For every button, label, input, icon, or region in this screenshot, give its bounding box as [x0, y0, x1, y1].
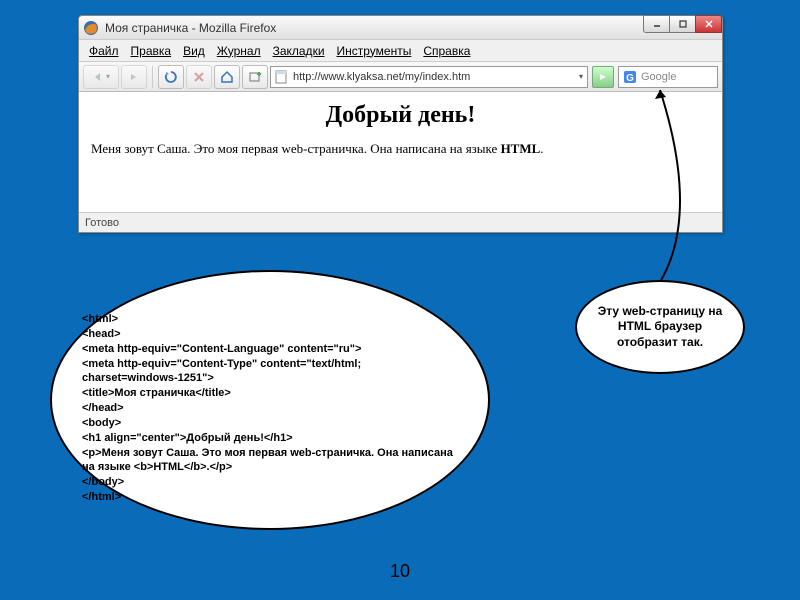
page-paragraph: Меня зовут Саша. Это моя первая web-стра… [91, 141, 710, 157]
maximize-button[interactable] [669, 15, 696, 33]
forward-button[interactable] [121, 65, 147, 89]
statusbar: Готово [79, 212, 722, 232]
titlebar: Моя страничка - Mozilla Firefox [79, 16, 722, 40]
go-button[interactable] [592, 66, 614, 88]
page-heading: Добрый день! [91, 102, 710, 129]
note-ellipse: Эту web-страницу на HTML браузер отобраз… [575, 280, 745, 374]
note-text: Эту web-страницу на HTML браузер отобраз… [591, 304, 729, 351]
google-icon: G [623, 70, 637, 84]
menu-edit[interactable]: Правка [125, 42, 178, 60]
slide-number: 10 [0, 561, 800, 582]
minimize-button[interactable] [643, 15, 670, 33]
address-bar[interactable]: http://www.klyaksa.net/my/index.htm ▾ [270, 66, 588, 88]
home-button[interactable] [214, 65, 240, 89]
url-text: http://www.klyaksa.net/my/index.htm [293, 71, 470, 83]
window-controls [644, 15, 722, 33]
newtab-button[interactable] [242, 65, 268, 89]
page-icon [275, 70, 289, 84]
url-dropdown-icon[interactable]: ▾ [579, 72, 583, 81]
menu-history[interactable]: Журнал [211, 42, 267, 60]
menu-tools[interactable]: Инструменты [331, 42, 418, 60]
window-title: Моя страничка - Mozilla Firefox [105, 21, 718, 35]
status-text: Готово [85, 217, 119, 229]
menu-bookmarks[interactable]: Закладки [267, 42, 331, 60]
html-source-listing: <html> <head> <meta http-equiv="Content-… [82, 312, 458, 505]
firefox-icon [83, 20, 99, 36]
back-button[interactable]: ▾ [83, 65, 119, 89]
code-ellipse: <html> <head> <meta http-equiv="Content-… [50, 270, 490, 530]
close-button[interactable] [695, 15, 722, 33]
menu-file[interactable]: Файл [83, 42, 125, 60]
search-placeholder: Google [641, 71, 676, 83]
separator [152, 66, 153, 88]
stop-button[interactable] [186, 65, 212, 89]
reload-button[interactable] [158, 65, 184, 89]
browser-window: Моя страничка - Mozilla Firefox Файл Пра… [78, 15, 723, 233]
page-content: Добрый день! Меня зовут Саша. Это моя пе… [79, 92, 722, 212]
menubar: Файл Правка Вид Журнал Закладки Инструме… [79, 40, 722, 62]
menu-view[interactable]: Вид [177, 42, 211, 60]
svg-text:G: G [626, 73, 634, 84]
toolbar: ▾ http://www.klyaksa.net/my/index.htm ▾ … [79, 62, 722, 92]
search-box[interactable]: G Google [618, 66, 718, 88]
menu-help[interactable]: Справка [417, 42, 476, 60]
